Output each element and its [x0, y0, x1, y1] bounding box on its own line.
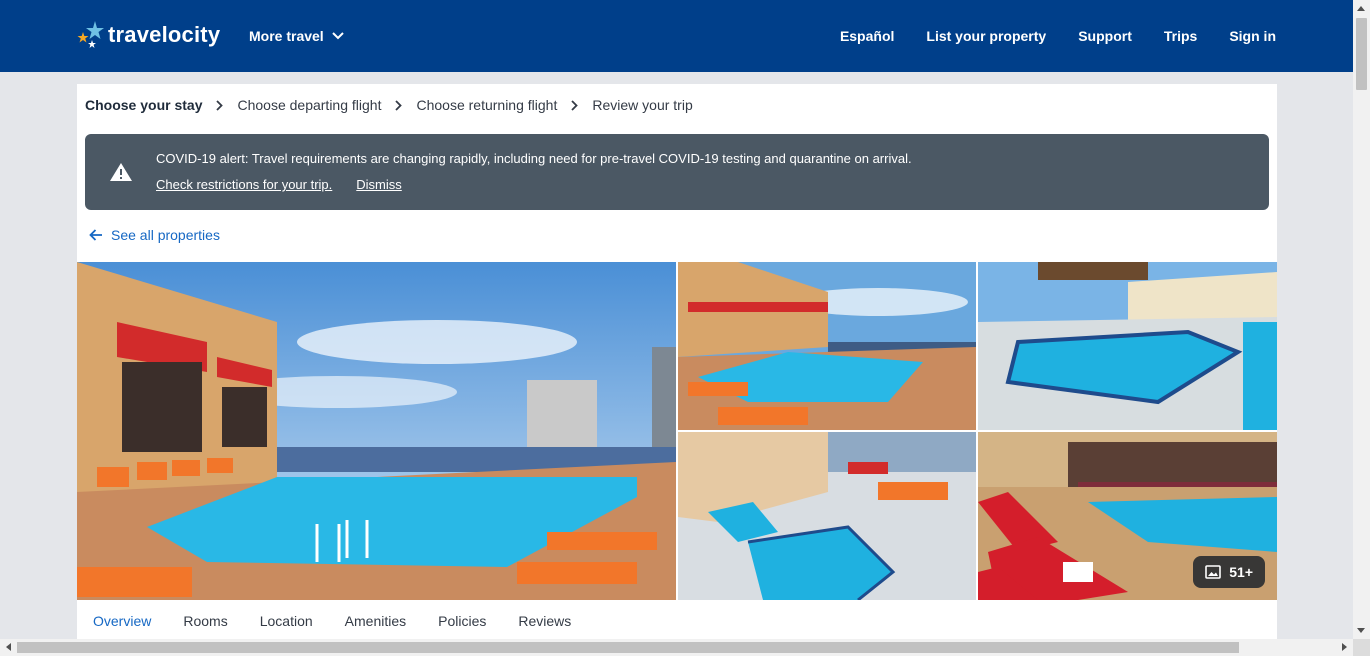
chevron-right-icon: [395, 99, 403, 111]
chevron-right-icon: [571, 99, 579, 111]
tab-policies[interactable]: Policies: [422, 600, 502, 644]
pool-photo-3[interactable]: [978, 262, 1277, 430]
tab-amenities[interactable]: Amenities: [329, 600, 422, 644]
tab-overview[interactable]: Overview: [77, 600, 167, 644]
logo-text: travelocity: [108, 22, 221, 47]
tab-reviews[interactable]: Reviews: [502, 600, 587, 644]
scroll-down-arrow-icon[interactable]: [1357, 628, 1365, 633]
travelocity-logo[interactable]: travelocity: [76, 20, 220, 50]
pool-photo-2[interactable]: [678, 262, 976, 430]
vertical-scroll-thumb[interactable]: [1356, 18, 1367, 90]
header-nav: Español List your property Support Trips…: [840, 28, 1276, 44]
scrollbar-corner: [1353, 639, 1370, 656]
chevron-right-icon: [216, 99, 224, 111]
breadcrumb-step-review-trip[interactable]: Review your trip: [592, 97, 692, 113]
warning-icon: [110, 163, 132, 181]
main-content: Choose your stay Choose departing flight…: [77, 84, 1277, 644]
pool-photo-4[interactable]: [678, 432, 976, 600]
main-pool-photo[interactable]: [77, 262, 676, 600]
nav-sign-in[interactable]: Sign in: [1229, 28, 1276, 44]
breadcrumb-step-departing-flight[interactable]: Choose departing flight: [237, 97, 381, 113]
tab-rooms[interactable]: Rooms: [167, 600, 243, 644]
scroll-right-arrow-icon[interactable]: [1342, 643, 1347, 651]
nav-espanol[interactable]: Español: [840, 28, 894, 44]
scroll-up-arrow-icon[interactable]: [1357, 6, 1365, 11]
more-travel-label: More travel: [249, 28, 324, 44]
alert-links: Check restrictions for your trip. Dismis…: [156, 177, 402, 192]
alert-message: COVID-19 alert: Travel requirements are …: [156, 151, 912, 166]
chevron-down-icon: [331, 32, 344, 40]
horizontal-scroll-thumb[interactable]: [17, 642, 1239, 653]
dismiss-link[interactable]: Dismiss: [356, 177, 402, 192]
tab-location[interactable]: Location: [244, 600, 329, 644]
image-gallery-icon: [1205, 565, 1222, 579]
logo-star-icon: [77, 21, 104, 48]
nav-support[interactable]: Support: [1078, 28, 1132, 44]
breadcrumb: Choose your stay Choose departing flight…: [85, 97, 693, 113]
arrow-left-icon: [89, 229, 102, 241]
property-tabs: Overview Rooms Location Amenities Polici…: [77, 600, 1277, 644]
photo-count-button[interactable]: 51+: [1193, 556, 1265, 588]
more-travel-menu[interactable]: More travel: [249, 28, 344, 44]
nav-list-your-property[interactable]: List your property: [926, 28, 1046, 44]
horizontal-scrollbar[interactable]: [0, 639, 1353, 656]
nav-trips[interactable]: Trips: [1164, 28, 1197, 44]
breadcrumb-step-choose-stay[interactable]: Choose your stay: [85, 97, 202, 113]
scroll-left-arrow-icon[interactable]: [6, 643, 11, 651]
see-all-properties-label: See all properties: [111, 227, 220, 243]
covid-alert-banner: COVID-19 alert: Travel requirements are …: [85, 134, 1269, 210]
photo-count-label: 51+: [1229, 564, 1253, 580]
photo-gallery: 51+: [77, 262, 1277, 600]
see-all-properties-link[interactable]: See all properties: [89, 227, 220, 243]
vertical-scrollbar[interactable]: [1353, 0, 1370, 639]
top-navigation-bar: travelocity More travel Español List you…: [0, 0, 1353, 72]
breadcrumb-step-returning-flight[interactable]: Choose returning flight: [416, 97, 557, 113]
pool-photo-5[interactable]: 51+: [978, 432, 1277, 600]
check-restrictions-link[interactable]: Check restrictions for your trip.: [156, 177, 332, 192]
